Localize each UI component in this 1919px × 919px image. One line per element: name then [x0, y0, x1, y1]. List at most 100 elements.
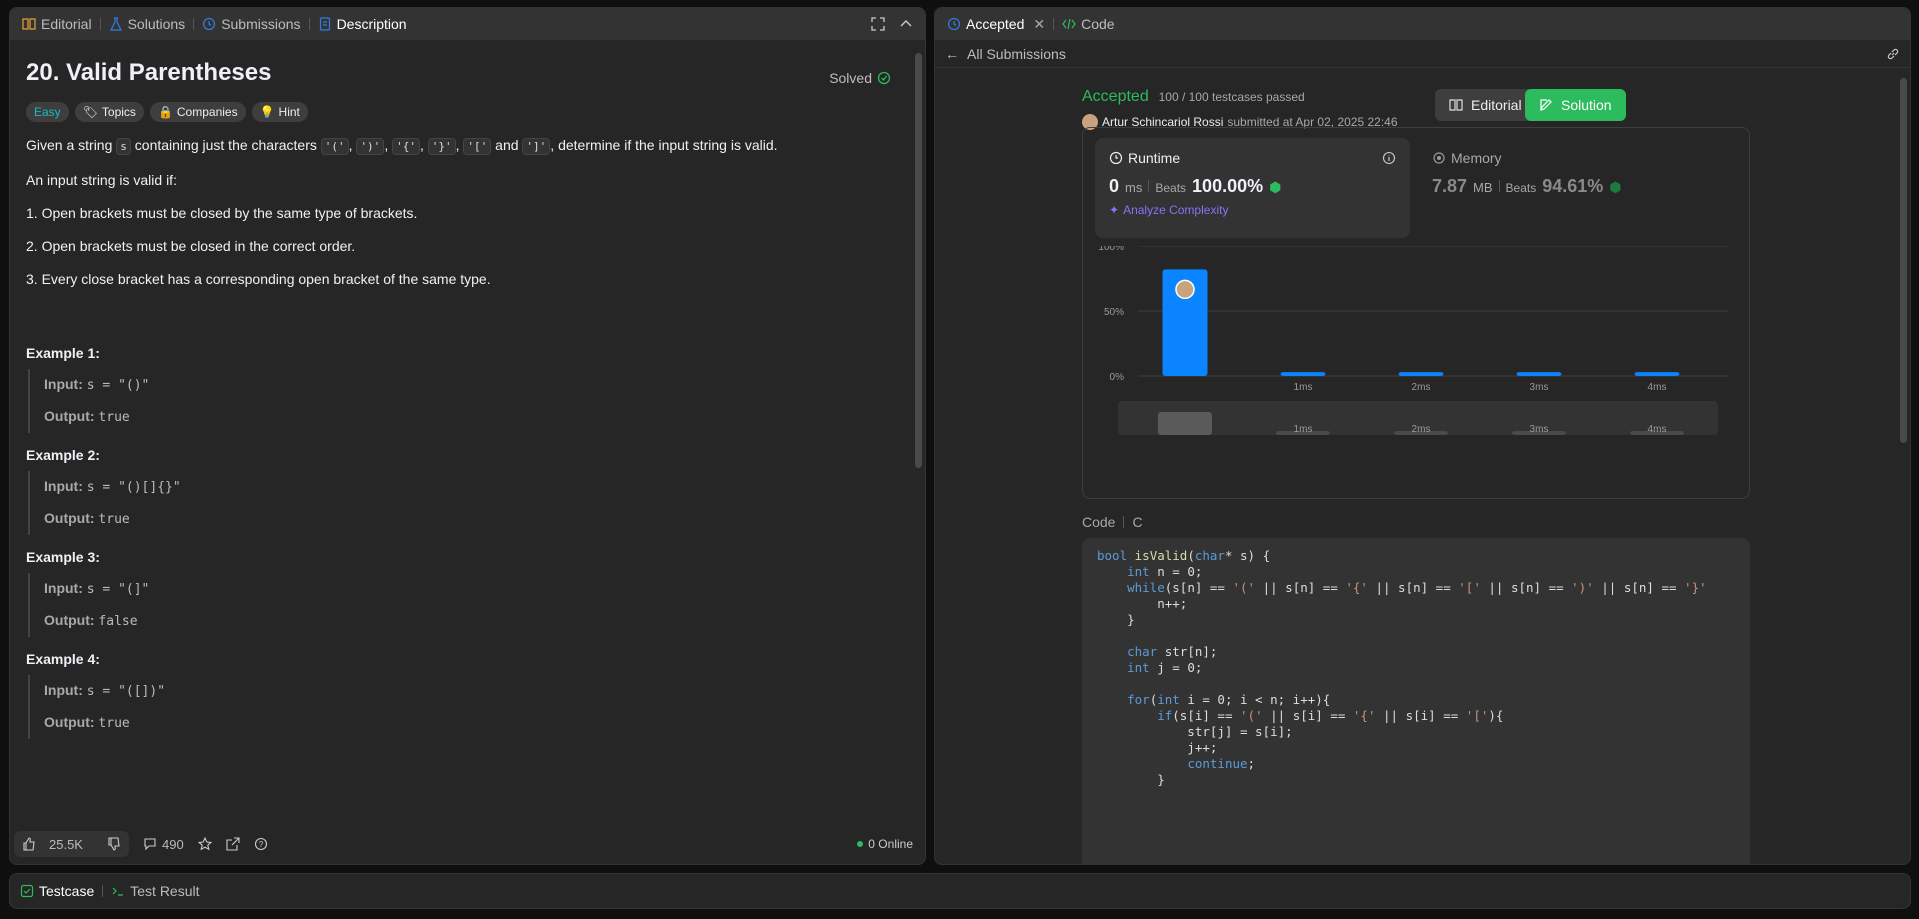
- example-output: true: [98, 410, 130, 425]
- tab-code[interactable]: Code: [1062, 16, 1115, 32]
- input-label: Input:: [44, 478, 83, 494]
- close-icon[interactable]: ✕: [1033, 16, 1045, 33]
- code-line: j++;: [1097, 740, 1218, 755]
- divider: [1053, 18, 1055, 30]
- problem-description: Given a string s containing just the cha…: [26, 135, 895, 739]
- divider: [99, 18, 101, 30]
- code-line: str[j] = s[i];: [1097, 724, 1293, 739]
- inline-code: '}': [427, 138, 456, 155]
- lightbulb-icon: 💡: [259, 105, 275, 119]
- performance-card: Runtime 0 ms Beats 100.00% ⬢ ✦ Analyze C…: [1082, 127, 1750, 499]
- vote-box: 25.5K: [14, 831, 129, 857]
- chart-bar[interactable]: [1280, 372, 1326, 376]
- x-tick-label: 4ms: [1648, 382, 1667, 393]
- fullscreen-icon[interactable]: [871, 17, 885, 31]
- example-input: s = "(]": [86, 582, 150, 597]
- description-panel: Editorial Solutions Submissions Descript…: [9, 7, 926, 865]
- submission-summary: Accepted 100 / 100 testcases passed Artu…: [1082, 88, 1398, 130]
- tab-editorial-label: Editorial: [41, 16, 92, 32]
- x-tick-label: 2ms: [1412, 382, 1431, 393]
- divider: [193, 18, 195, 30]
- tab-code-label: Code: [1081, 16, 1115, 32]
- example-block: Input: s = "()[]{}" Output: true: [28, 471, 895, 535]
- code-line: char str[n];: [1127, 644, 1218, 659]
- editorial-button[interactable]: Editorial: [1435, 89, 1536, 121]
- history-icon: [203, 17, 216, 31]
- link-icon[interactable]: [1886, 47, 1900, 61]
- status-label: Accepted: [1082, 88, 1149, 105]
- output-label: Output:: [44, 408, 95, 424]
- comments-button[interactable]: 490: [143, 837, 184, 852]
- memory-icon: [1433, 152, 1445, 164]
- inline-code: ')': [356, 138, 385, 155]
- like-button[interactable]: 25.5K: [14, 837, 99, 852]
- input-label: Input:: [44, 376, 83, 392]
- runtime-metric[interactable]: Runtime 0 ms Beats 100.00% ⬢ ✦ Analyze C…: [1095, 138, 1410, 238]
- help-icon[interactable]: ?: [254, 837, 268, 851]
- collapse-icon[interactable]: [899, 17, 913, 31]
- example-title: Example 1:: [26, 345, 100, 361]
- tab-submissions-label: Submissions: [221, 16, 301, 32]
- code-header: Code C: [1082, 514, 1143, 530]
- tab-solutions-label: Solutions: [127, 16, 186, 32]
- submission-nav: ← All Submissions: [935, 40, 1910, 68]
- code-line: }: [1097, 772, 1165, 787]
- code-viewer[interactable]: bool isValid(char* s) { int n = 0; while…: [1082, 538, 1750, 864]
- check-circle-icon: [877, 71, 891, 85]
- analyze-complexity-link[interactable]: ✦ Analyze Complexity: [1109, 203, 1396, 217]
- runtime-label: Runtime: [1128, 150, 1181, 166]
- scrollbar[interactable]: [1900, 78, 1907, 443]
- tab-solutions[interactable]: Solutions: [109, 16, 186, 32]
- cube-icon: ⬢: [1609, 179, 1622, 195]
- chart-bar[interactable]: [1634, 372, 1680, 376]
- example-output: true: [98, 716, 130, 731]
- example-input: s = "([])": [86, 684, 166, 699]
- solved-badge: Solved: [829, 70, 891, 86]
- edit-icon: [1540, 99, 1552, 111]
- share-icon[interactable]: [226, 837, 240, 851]
- back-arrow-icon[interactable]: ←: [945, 46, 959, 62]
- like-count: 25.5K: [49, 836, 83, 852]
- rule-3: 3. Every close bracket has a correspondi…: [26, 271, 491, 287]
- scrollbar[interactable]: [915, 53, 922, 468]
- runtime-beats: 100.00%: [1192, 176, 1264, 196]
- hint-chip[interactable]: 💡 Hint: [251, 102, 308, 122]
- chart-bar[interactable]: [1398, 372, 1444, 376]
- tag-icon: 🏷: [82, 105, 98, 119]
- memory-beats: 94.61%: [1542, 176, 1604, 196]
- book-icon: [1449, 99, 1463, 111]
- topics-chip[interactable]: 🏷 Topics: [74, 102, 144, 122]
- console-tabs: Testcase Test Result: [10, 874, 1910, 908]
- tab-description[interactable]: Description: [318, 16, 407, 32]
- example-title: Example 3:: [26, 549, 100, 565]
- tab-test-result[interactable]: Test Result: [111, 883, 200, 899]
- valid-if-text: An input string is valid if:: [26, 172, 177, 188]
- divider: [102, 885, 104, 897]
- code-line: }: [1097, 612, 1135, 627]
- tab-testcase[interactable]: Testcase: [20, 883, 94, 899]
- solution-button[interactable]: Solution: [1525, 89, 1626, 121]
- runtime-distribution-chart[interactable]: 100% 50% 0% 1ms 2ms 3ms 4ms 1ms 2ms 3ms 4ms: [1083, 246, 1751, 496]
- difficulty-chip[interactable]: Easy: [26, 102, 69, 122]
- example-block: Input: s = "()" Output: true: [28, 369, 895, 433]
- lock-icon: 🔒: [157, 105, 173, 119]
- solution-button-label: Solution: [1561, 97, 1612, 113]
- all-submissions-link[interactable]: All Submissions: [967, 46, 1066, 62]
- inline-code: '[': [463, 138, 492, 155]
- star-icon[interactable]: [197, 837, 212, 851]
- tab-editorial[interactable]: Editorial: [22, 16, 92, 32]
- companies-chip[interactable]: 🔒 Companies: [149, 102, 246, 122]
- tab-submissions[interactable]: Submissions: [202, 16, 301, 32]
- tab-accepted[interactable]: Accepted ✕: [947, 16, 1045, 33]
- info-icon[interactable]: [1382, 151, 1396, 165]
- tab-description-label: Description: [336, 16, 407, 32]
- inline-code: s: [116, 138, 131, 155]
- chart-bar[interactable]: [1516, 372, 1562, 376]
- dislike-button[interactable]: [99, 837, 129, 851]
- companies-chip-label: Companies: [176, 105, 238, 119]
- memory-metric[interactable]: Memory 7.87 MB Beats 94.61% ⬢: [1418, 138, 1733, 238]
- submission-panel: Accepted ✕ Code ← All Submissions Accept…: [934, 7, 1911, 865]
- svg-text:?: ?: [258, 840, 263, 849]
